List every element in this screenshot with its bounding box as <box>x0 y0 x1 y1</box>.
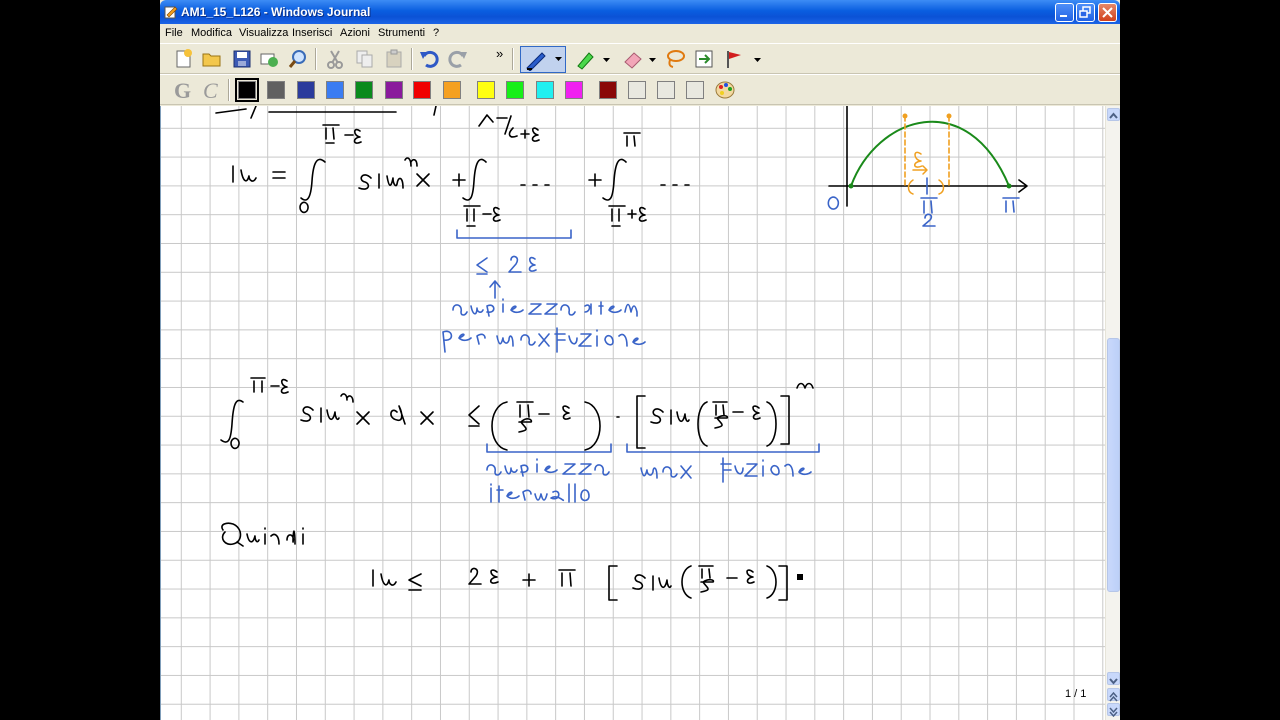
chevron-up-icon <box>1109 112 1118 119</box>
handwritten-ink <box>215 106 1028 601</box>
lasso-select-icon[interactable] <box>664 48 686 70</box>
email-icon[interactable] <box>258 48 280 70</box>
flag-icon[interactable] <box>723 48 745 70</box>
menu-file[interactable]: File <box>165 27 183 39</box>
scroll-down-button[interactable] <box>1107 672 1120 685</box>
menu-bar: File Modifica Visualizza Inserisci Azion… <box>160 24 1120 42</box>
highlighter-icon[interactable] <box>574 48 596 70</box>
page-up-button[interactable] <box>1107 688 1120 702</box>
minimize-icon <box>1060 15 1067 17</box>
color-swatch[interactable] <box>326 81 344 99</box>
double-chevron-down-icon <box>1109 707 1118 718</box>
chevron-down-icon[interactable] <box>649 58 657 64</box>
eraser-icon[interactable] <box>622 48 644 70</box>
close-icon <box>1102 7 1113 18</box>
redo-icon[interactable] <box>447 48 469 70</box>
italic-c-icon[interactable]: C <box>200 79 222 101</box>
toolbar-separator <box>512 48 514 70</box>
new-note-icon[interactable] <box>173 48 195 70</box>
pen-tool-button[interactable] <box>520 46 566 73</box>
page-indicator: 1 / 1 <box>1065 688 1087 700</box>
color-swatch[interactable] <box>355 81 373 99</box>
chevron-down-icon[interactable] <box>603 58 611 64</box>
open-folder-icon[interactable] <box>201 48 223 70</box>
toolbar-separator <box>411 48 413 70</box>
paste-icon[interactable] <box>383 48 405 70</box>
minimize-button[interactable] <box>1055 3 1074 22</box>
window-title: AM1_15_L126 - Windows Journal <box>181 5 371 19</box>
menu-visualizza[interactable]: Visualizza <box>239 27 288 39</box>
restore-icon <box>1079 6 1091 18</box>
insert-space-icon[interactable] <box>693 48 715 70</box>
standard-toolbar: » <box>160 43 1120 74</box>
menu-help[interactable]: ? <box>433 27 439 39</box>
bold-g-icon[interactable]: G <box>172 79 194 101</box>
svg-text:G: G <box>174 79 191 101</box>
color-swatch[interactable] <box>443 81 461 99</box>
toolbar-separator <box>315 48 317 70</box>
chevron-down-icon <box>555 57 562 61</box>
cut-icon[interactable] <box>324 48 346 70</box>
close-button[interactable] <box>1098 3 1117 22</box>
color-swatch[interactable] <box>235 78 259 102</box>
color-swatch[interactable] <box>657 81 675 99</box>
vertical-scrollbar[interactable] <box>1105 106 1120 720</box>
menu-strumenti[interactable]: Strumenti <box>378 27 425 39</box>
color-swatch[interactable] <box>506 81 524 99</box>
pen-icon <box>526 52 546 71</box>
scroll-up-button[interactable] <box>1107 108 1120 121</box>
color-swatch[interactable] <box>297 81 315 99</box>
color-swatch[interactable] <box>565 81 583 99</box>
color-swatch[interactable] <box>536 81 554 99</box>
color-swatch[interactable] <box>413 81 431 99</box>
more-icon[interactable]: » <box>496 46 503 61</box>
journal-app-icon <box>164 6 178 19</box>
note-canvas[interactable] <box>160 106 1105 720</box>
color-swatch[interactable] <box>267 81 285 99</box>
color-swatch[interactable] <box>628 81 646 99</box>
save-icon[interactable] <box>231 48 253 70</box>
page-down-button[interactable] <box>1107 703 1120 718</box>
format-toolbar: G C <box>160 74 1120 105</box>
toolbar-separator <box>228 79 230 101</box>
journal-window: AM1_15_L126 - Windows Journal File Modif… <box>160 0 1120 720</box>
undo-icon[interactable] <box>418 48 440 70</box>
restore-button[interactable] <box>1076 3 1095 22</box>
color-swatch[interactable] <box>477 81 495 99</box>
find-icon[interactable] <box>287 48 309 70</box>
copy-icon[interactable] <box>354 48 376 70</box>
palette-icon[interactable] <box>714 79 736 101</box>
menu-inserisci[interactable]: Inserisci <box>292 27 332 39</box>
color-swatch[interactable] <box>385 81 403 99</box>
menu-azioni[interactable]: Azioni <box>340 27 370 39</box>
chevron-down-icon <box>1109 678 1118 685</box>
svg-text:C: C <box>203 79 218 101</box>
color-swatch[interactable] <box>686 81 704 99</box>
scrollbar-thumb[interactable] <box>1107 338 1120 592</box>
chevron-down-icon[interactable] <box>754 58 762 64</box>
double-chevron-up-icon <box>1109 691 1118 702</box>
menu-modifica[interactable]: Modifica <box>191 27 232 39</box>
color-swatch[interactable] <box>599 81 617 99</box>
title-bar[interactable]: AM1_15_L126 - Windows Journal <box>160 0 1120 24</box>
